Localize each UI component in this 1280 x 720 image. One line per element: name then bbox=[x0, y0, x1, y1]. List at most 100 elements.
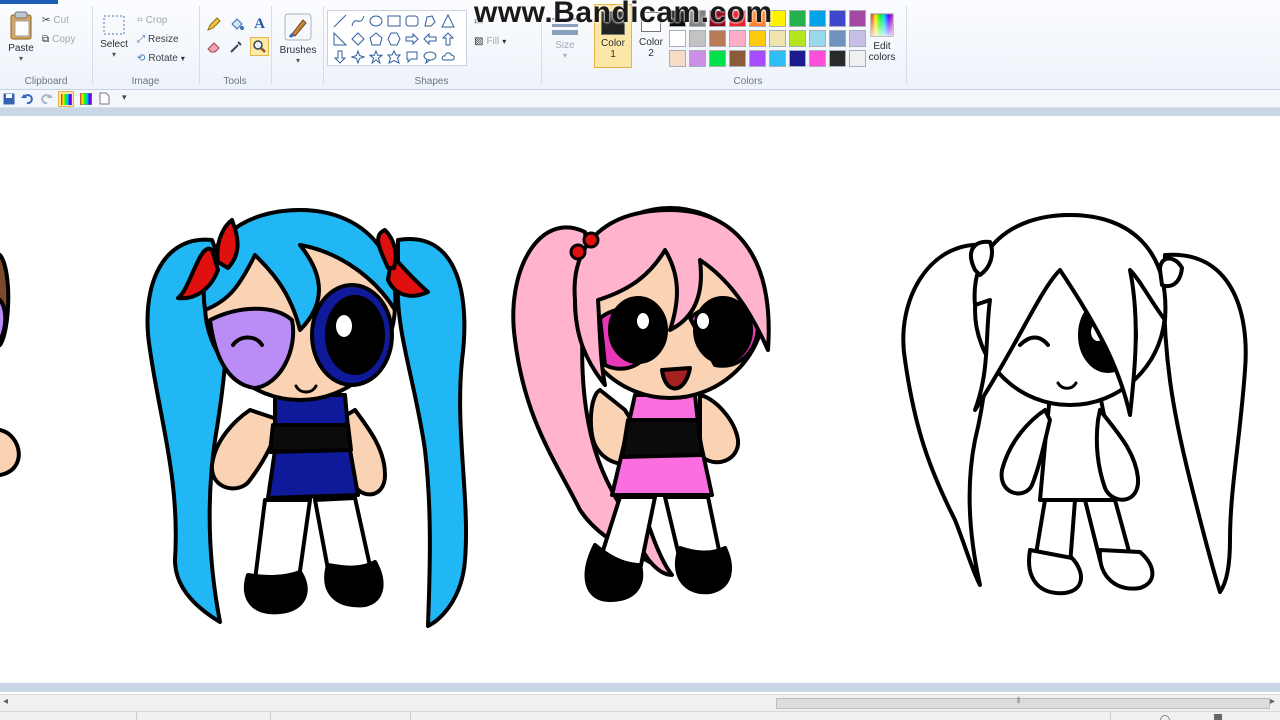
hexagon-shape[interactable] bbox=[385, 30, 403, 48]
color-grid-icon[interactable] bbox=[80, 93, 92, 105]
pentagon-shape[interactable] bbox=[367, 30, 385, 48]
scroll-left-icon[interactable]: ◂ bbox=[3, 696, 8, 707]
five-point-star-shape[interactable] bbox=[367, 48, 385, 66]
paste-label: Paste bbox=[8, 43, 34, 54]
crop-label: Crop bbox=[145, 14, 168, 26]
divider bbox=[906, 6, 907, 84]
palette-swatch[interactable] bbox=[689, 50, 706, 67]
palette-swatch[interactable] bbox=[849, 50, 866, 67]
rectangle-icon bbox=[387, 15, 401, 27]
save-icon[interactable] bbox=[3, 93, 15, 105]
copy-icon: ⧉ bbox=[42, 33, 50, 45]
eraser-tool[interactable] bbox=[204, 37, 223, 56]
palette-swatch[interactable] bbox=[829, 50, 846, 67]
rectangle-shape[interactable] bbox=[385, 12, 403, 30]
customize-qat-chevron-icon[interactable]: ▾ bbox=[122, 92, 127, 103]
palette-swatch[interactable] bbox=[729, 50, 746, 67]
tools-group: A Tools bbox=[200, 0, 270, 90]
palette-swatch[interactable] bbox=[749, 30, 766, 47]
palette-swatch[interactable] bbox=[669, 30, 686, 47]
palette-swatch[interactable] bbox=[709, 50, 726, 67]
scroll-right-icon[interactable]: ▸ bbox=[1270, 696, 1275, 707]
cut-button[interactable]: ✂ Cut bbox=[42, 12, 69, 28]
drawing bbox=[0, 206, 1248, 628]
partial-character-hand bbox=[0, 428, 21, 477]
crop-button[interactable]: ⌗ Crop bbox=[137, 12, 167, 28]
cloud-callout-icon bbox=[441, 52, 455, 61]
palette-swatch[interactable] bbox=[829, 30, 846, 47]
tools-group-label: Tools bbox=[223, 76, 247, 87]
edit-colors-label-2: colors bbox=[868, 52, 896, 63]
palette-swatch[interactable] bbox=[849, 30, 866, 47]
palette-swatch[interactable] bbox=[809, 50, 826, 67]
four-point-star-icon bbox=[351, 50, 365, 64]
curve-shape[interactable] bbox=[349, 12, 367, 30]
redo-icon[interactable] bbox=[40, 92, 53, 105]
undo-icon[interactable] bbox=[21, 92, 34, 105]
shapes-gallery bbox=[327, 10, 467, 66]
fill-label: Fill bbox=[486, 35, 500, 47]
magnifier-tool[interactable] bbox=[250, 37, 269, 56]
new-page-icon[interactable] bbox=[99, 92, 110, 105]
polygon-shape[interactable] bbox=[421, 12, 439, 30]
palette-swatch[interactable] bbox=[809, 10, 826, 27]
brushes-button[interactable]: Brushes ▾ bbox=[276, 12, 320, 65]
drawing-canvas[interactable] bbox=[0, 116, 1280, 683]
resize-button[interactable]: ⤢ Resize bbox=[137, 31, 179, 47]
zoom-slider-thumb[interactable] bbox=[1214, 714, 1222, 720]
polygon-icon bbox=[424, 15, 436, 27]
palette-swatch[interactable] bbox=[769, 50, 786, 67]
rotate-button[interactable]: ⟲ Rotate ▾ bbox=[137, 50, 185, 66]
right-arrow-shape[interactable] bbox=[403, 30, 421, 48]
right-triangle-shape[interactable] bbox=[331, 30, 349, 48]
palette-swatch[interactable] bbox=[749, 50, 766, 67]
palette-swatch[interactable] bbox=[789, 30, 806, 47]
curve-icon bbox=[351, 15, 365, 27]
triangle-shape[interactable] bbox=[439, 12, 457, 30]
edit-colors-button[interactable]: Edit colors bbox=[864, 12, 900, 63]
left-arrow-shape[interactable] bbox=[421, 30, 439, 48]
palette-swatch[interactable] bbox=[789, 10, 806, 27]
rotate-chevron-icon: ▾ bbox=[180, 53, 185, 63]
line-shape[interactable] bbox=[331, 12, 349, 30]
rounded-callout-shape[interactable] bbox=[403, 48, 421, 66]
palette-swatch[interactable] bbox=[729, 30, 746, 47]
select-button[interactable]: Select ▾ bbox=[99, 14, 129, 59]
status-bar bbox=[0, 711, 1280, 720]
up-arrow-shape[interactable] bbox=[439, 30, 457, 48]
palette-swatch[interactable] bbox=[709, 30, 726, 47]
rounded-rectangle-shape[interactable] bbox=[403, 12, 421, 30]
copy-button[interactable]: ⧉ Copy bbox=[42, 31, 76, 47]
pencil-tool[interactable] bbox=[204, 15, 223, 34]
oval-icon bbox=[369, 15, 383, 27]
down-arrow-shape[interactable] bbox=[331, 48, 349, 66]
palette-swatch[interactable] bbox=[769, 30, 786, 47]
palette-swatch[interactable] bbox=[849, 10, 866, 27]
shapes-group-label: Shapes bbox=[414, 76, 449, 87]
palette-swatch[interactable] bbox=[829, 10, 846, 27]
color2-label: Color bbox=[639, 37, 663, 48]
text-tool[interactable]: A bbox=[250, 15, 269, 34]
color-picker-tool[interactable] bbox=[227, 37, 246, 56]
oval-callout-shape[interactable] bbox=[421, 48, 439, 66]
oval-shape[interactable] bbox=[367, 12, 385, 30]
brushes-label: Brushes bbox=[279, 45, 317, 56]
scroll-thumb[interactable]: ⦀ bbox=[776, 696, 1270, 709]
hexagon-icon bbox=[387, 32, 401, 46]
qat-palette-button[interactable] bbox=[58, 91, 74, 107]
line-icon bbox=[333, 14, 347, 28]
diamond-shape[interactable] bbox=[349, 30, 367, 48]
six-point-star-shape[interactable] bbox=[385, 48, 403, 66]
pink-girl bbox=[511, 206, 771, 602]
four-point-star-shape[interactable] bbox=[349, 48, 367, 66]
palette-swatch[interactable] bbox=[669, 50, 686, 67]
palette-swatch[interactable] bbox=[689, 30, 706, 47]
zoom-out-icon[interactable] bbox=[1160, 715, 1170, 720]
fill-tool[interactable] bbox=[227, 15, 246, 34]
cloud-callout-shape[interactable] bbox=[439, 48, 457, 66]
palette-swatch[interactable] bbox=[809, 30, 826, 47]
horizontal-scrollbar[interactable]: ◂ ⦀ ▸ bbox=[0, 694, 1280, 711]
fill-button[interactable]: ▨ Fill ▾ bbox=[474, 33, 506, 49]
palette-swatch[interactable] bbox=[789, 50, 806, 67]
paste-button[interactable]: Paste ▾ bbox=[4, 10, 38, 63]
